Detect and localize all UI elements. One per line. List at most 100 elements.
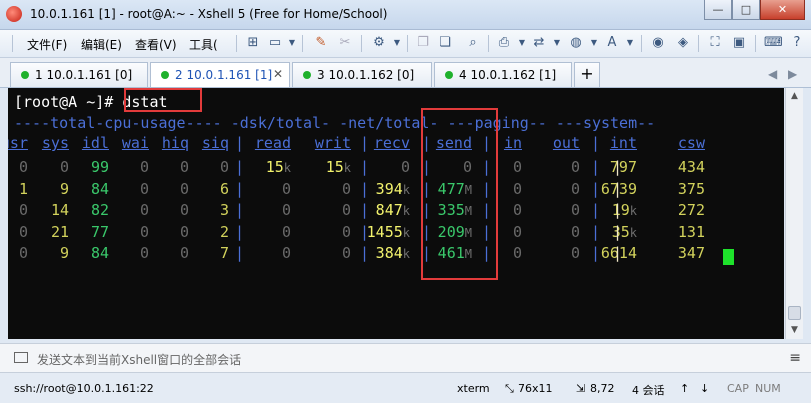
column-header-send: send (435, 134, 472, 152)
compose-icon[interactable] (14, 352, 28, 363)
tab-label: 1 10.0.1.161 [0] (35, 68, 133, 82)
scroll-thumb[interactable] (788, 306, 801, 320)
cell-int: 797 (609, 158, 637, 176)
column-separator: | (590, 134, 600, 152)
session-tab-bar: 1 10.0.1.161 [0] 2 10.0.1.161 [1] ✕ 3 10… (0, 58, 811, 88)
terminal-screen[interactable]: [root@A ~]# dstat ----total-cpu-usage---… (8, 88, 784, 339)
cell-writ: 15k (325, 158, 351, 176)
menu-file[interactable]: 文件(F) (27, 36, 67, 53)
highlight-command-box (124, 88, 202, 112)
tab-session-2[interactable]: 2 10.0.1.161 [1] ✕ (150, 62, 290, 87)
lock-icon[interactable]: ◈ (675, 35, 691, 51)
connected-status-icon (21, 71, 29, 79)
chevron-down-icon[interactable]: ▼ (514, 35, 530, 51)
help-icon[interactable]: ? (789, 35, 805, 51)
new-tab-button[interactable]: + (574, 62, 600, 87)
tab-label: 3 10.0.1.162 [0] (317, 68, 415, 82)
cell-siq: 2 (219, 222, 229, 241)
column-separator: | (481, 134, 491, 152)
xshell-app-icon[interactable] (6, 6, 22, 22)
chevron-down-icon[interactable]: ▼ (389, 35, 405, 51)
minimize-button[interactable]: — (704, 0, 732, 20)
shell-prompt: [root@A ~]# (14, 93, 114, 111)
column-separator: | (359, 201, 369, 219)
tab-prev-icon[interactable]: ◀ (768, 67, 777, 81)
cell-writ: 0 (341, 179, 351, 198)
column-separator: | (359, 179, 369, 198)
dstat-group-header: ----total-cpu-usage---- -dsk/total- -net… (14, 114, 656, 132)
copy-icon[interactable]: ❐ (415, 35, 431, 51)
maximize-button[interactable]: □ (732, 0, 760, 20)
column-separator: | (359, 134, 369, 152)
new-session-icon[interactable]: ⊞ (245, 35, 261, 51)
scroll-down-icon[interactable]: ▼ (786, 322, 803, 339)
tab-session-3[interactable]: 3 10.0.1.162 [0] (292, 62, 432, 87)
cell-csw: 131 (677, 222, 705, 241)
tab-session-1[interactable]: 1 10.0.1.161 [0] (10, 62, 148, 87)
xftp-icon[interactable]: ◉ (650, 35, 666, 51)
window-controls: — □ ✕ (704, 0, 805, 20)
cell-writ: 0 (341, 244, 351, 262)
column-separator: | (590, 158, 600, 176)
cell-out: 0 (570, 222, 580, 241)
column-separator: | (590, 222, 600, 241)
chevron-down-icon[interactable]: ▼ (284, 35, 300, 51)
resize-icon: ⤡ (505, 382, 514, 395)
compose-input[interactable]: 发送文本到当前Xshell窗口的全部会话 (37, 351, 241, 368)
find-icon[interactable]: ⌕ (465, 35, 481, 51)
status-size: 76x11 (518, 382, 553, 395)
cell-int: 19k (611, 201, 637, 219)
column-header-usr: usr (8, 134, 28, 152)
open-folder-icon[interactable]: ▭ (267, 35, 283, 51)
close-tab-icon[interactable]: ✕ (273, 67, 283, 81)
menu-view[interactable]: 查看(V) (135, 36, 177, 53)
terminal-scrollbar[interactable]: ▲ ▼ (785, 88, 803, 339)
column-separator: | (590, 244, 600, 262)
layout-icon[interactable]: ▣ (731, 35, 747, 51)
scroll-up-icon[interactable]: ▲ (786, 88, 803, 105)
chevron-down-icon[interactable]: ▼ (586, 35, 602, 51)
connected-status-icon (303, 71, 311, 79)
cell-int: 6739 (600, 179, 637, 198)
transfer-icon[interactable]: ⇄ (531, 35, 547, 51)
chevron-down-icon[interactable]: ▼ (622, 35, 638, 51)
column-header-read: read (254, 134, 291, 152)
column-separator: | (612, 244, 622, 262)
cell-csw: 272 (677, 201, 705, 219)
fullscreen-icon[interactable]: ⛶ (707, 35, 723, 51)
compose-bar: 发送文本到当前Xshell窗口的全部会话 ≡ (0, 343, 811, 373)
print-icon[interactable]: ⎙ (496, 35, 512, 51)
tab-next-icon[interactable]: ▶ (788, 67, 797, 81)
column-separator: | (612, 222, 622, 241)
status-num: NUM (755, 382, 781, 395)
close-button[interactable]: ✕ (760, 0, 805, 20)
column-separator: | (612, 158, 622, 176)
column-separator: | (234, 201, 244, 219)
column-separator: | (359, 244, 369, 262)
column-separator: | (481, 222, 491, 241)
keyboard-icon[interactable]: ⌨ (764, 35, 783, 51)
column-separator: | (421, 158, 431, 176)
download-icon: ↓ (700, 382, 710, 395)
column-separator: | (359, 158, 369, 176)
menu-tools[interactable]: 工具( (189, 36, 218, 53)
menu-edit[interactable]: 编辑(E) (81, 36, 122, 53)
font-icon[interactable]: A (604, 35, 620, 51)
status-bar: ssh://root@10.0.1.161:22 xterm ⤡ 76x11 ⇲… (0, 373, 811, 403)
status-position: 8,72 (590, 382, 615, 395)
compose-menu-icon[interactable]: ≡ (789, 350, 801, 366)
disconnect-icon[interactable]: ✂ (337, 35, 353, 51)
column-separator: | (359, 222, 369, 241)
tab-session-4[interactable]: 4 10.0.1.162 [1] (434, 62, 572, 87)
globe-icon[interactable]: ◍ (568, 35, 584, 51)
cell-out: 0 (570, 179, 580, 198)
paste-icon[interactable]: ❏ (437, 35, 453, 51)
column-header-siq: siq (201, 134, 229, 152)
column-header-idl: idl (81, 134, 109, 152)
column-separator: | (421, 222, 431, 241)
reconnect-icon[interactable]: ✎ (313, 35, 329, 51)
cell-csw: 375 (677, 179, 705, 198)
properties-icon[interactable]: ⚙ (371, 35, 387, 51)
column-separator: | (481, 179, 491, 198)
chevron-down-icon[interactable]: ▼ (549, 35, 565, 51)
